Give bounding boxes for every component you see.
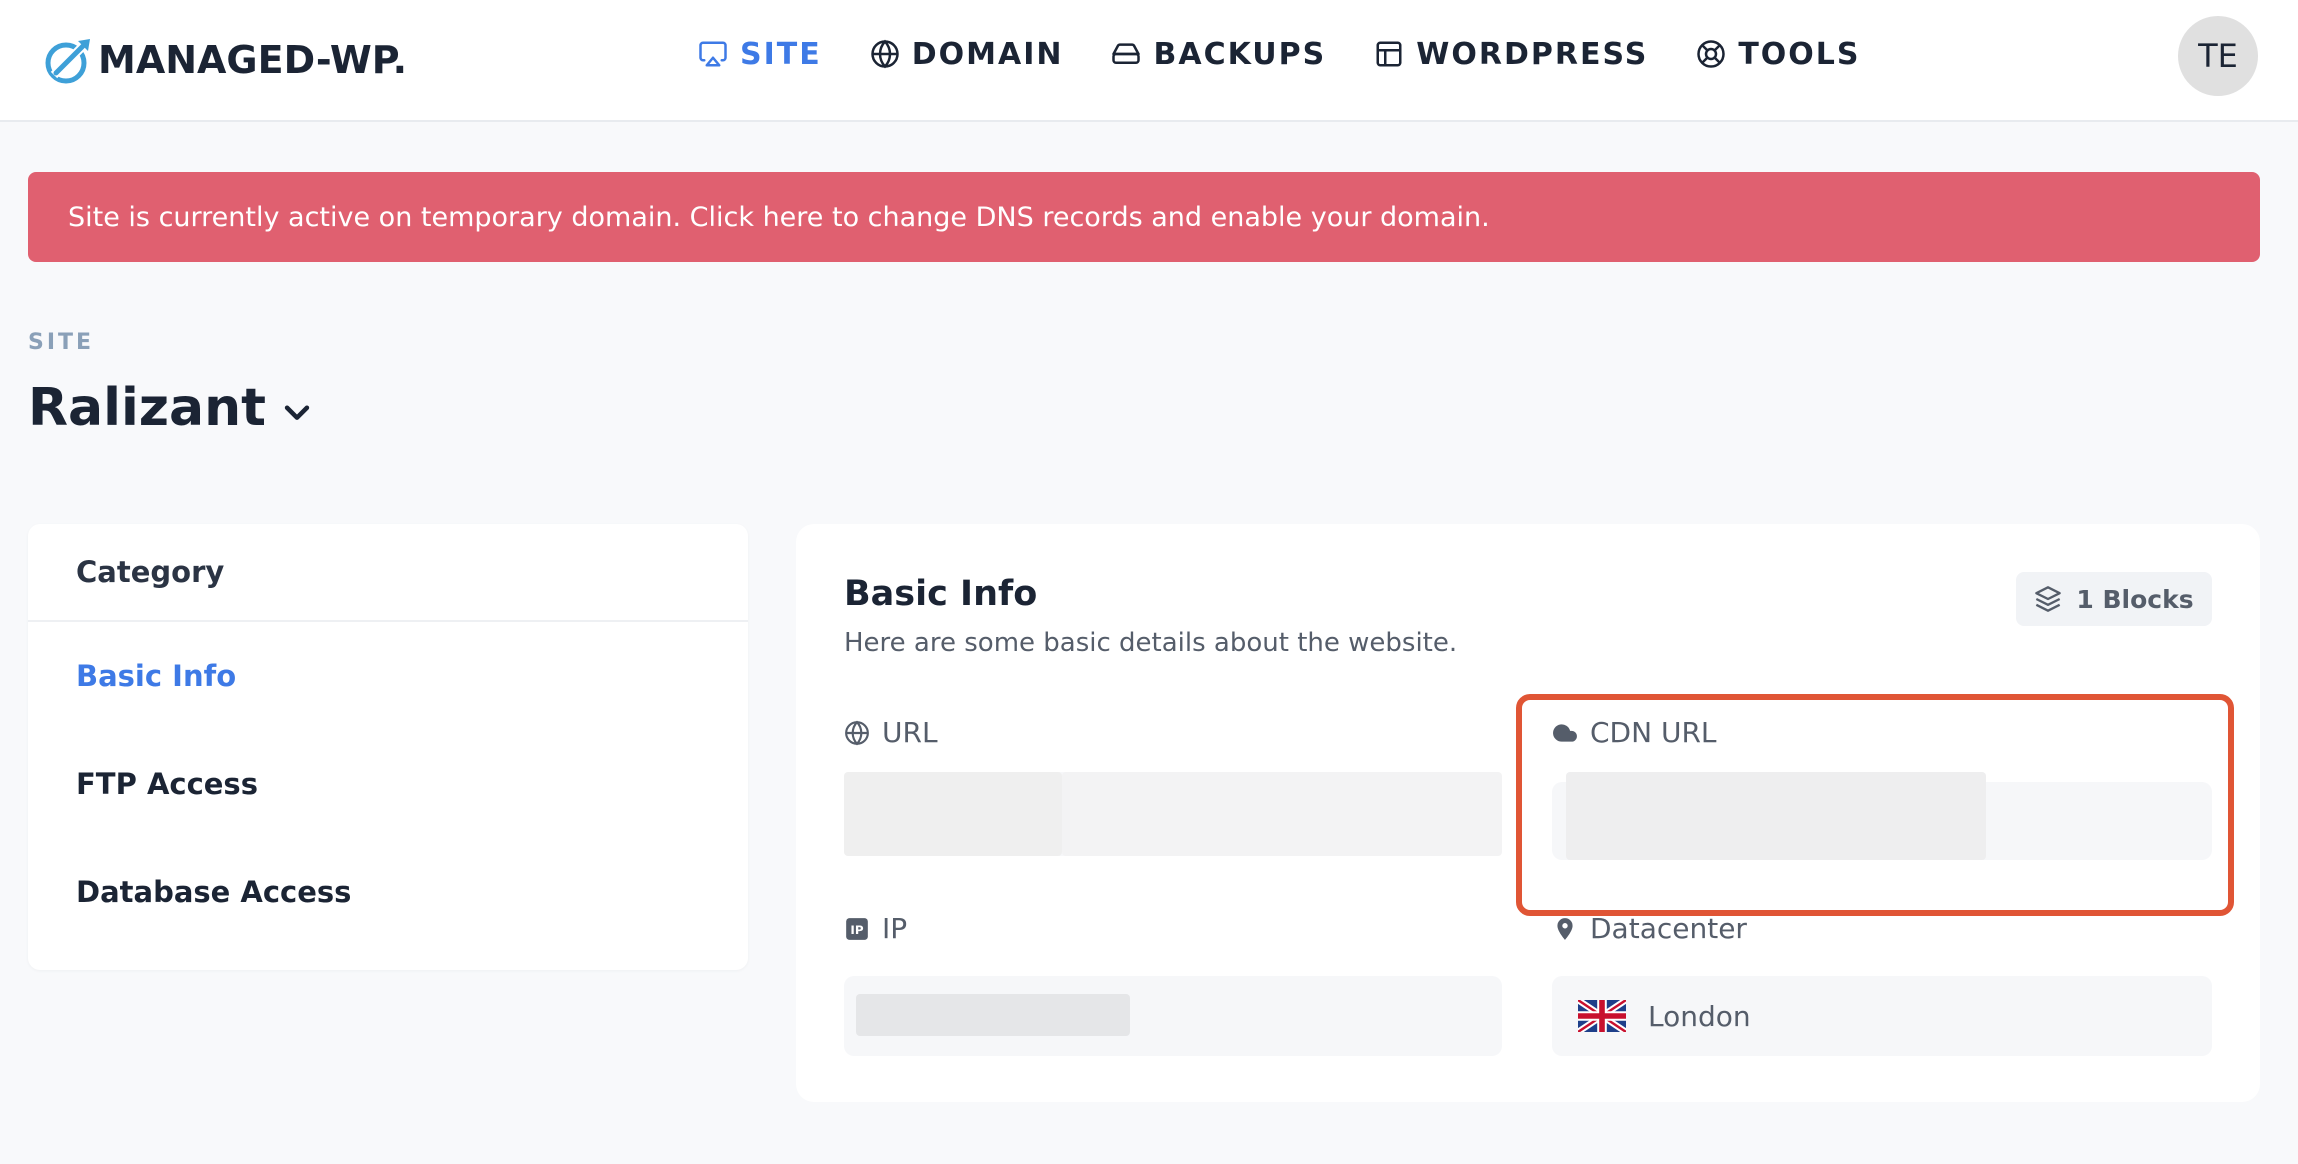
site-eyebrow-label: SITE [28, 330, 95, 355]
layers-icon [2035, 586, 2062, 612]
cdn-url-field[interactable] [1552, 772, 2212, 860]
nav-wordpress-label: WORDPRESS [1416, 36, 1649, 72]
datacenter-field[interactable]: London [1552, 976, 2212, 1056]
ip-redacted-block [856, 994, 1130, 1036]
brand-name: MANAGED-WP. [98, 38, 408, 82]
main-nav: SITE DOMAIN BACKUPS WORDPRESS TOOLS [698, 28, 1909, 80]
user-avatar[interactable]: TE [2178, 16, 2258, 96]
url-redacted-block [844, 772, 1062, 856]
chevron-down-icon [284, 405, 310, 420]
nav-domain-label: DOMAIN [911, 36, 1064, 72]
nav-site[interactable]: SITE [698, 37, 822, 72]
map-pin-icon [1557, 917, 1573, 940]
datacenter-value: London [1648, 999, 1751, 1033]
category-item-database-access[interactable]: Database Access [28, 838, 748, 946]
svg-text:IP: IP [850, 922, 863, 936]
cdn-url-label: CDN URL [1552, 716, 1717, 749]
blocks-count: 1 Blocks [2076, 584, 2194, 614]
brand-logo[interactable]: MANAGED-WP. [44, 30, 407, 90]
temporary-domain-alert[interactable]: Site is currently active on temporary do… [28, 172, 2260, 262]
nav-tools[interactable]: TOOLS [1696, 37, 1860, 72]
globe-icon [870, 39, 899, 69]
layout-icon [1376, 41, 1402, 67]
hard-drive-icon [1112, 43, 1141, 64]
ip-label-text: IP [882, 912, 908, 945]
ip-field[interactable] [844, 976, 1502, 1056]
category-item-basic-info[interactable]: Basic Info [28, 622, 748, 730]
category-header: Category [28, 524, 748, 622]
cdn-url-redacted-block [1566, 772, 1986, 860]
nav-wordpress[interactable]: WORDPRESS [1374, 37, 1648, 72]
uk-flag-icon [1578, 1000, 1626, 1032]
basic-info-subtitle: Here are some basic details about the we… [844, 628, 1458, 658]
basic-info-panel: Basic Info Here are some basic details a… [796, 524, 2260, 1102]
url-label: URL [844, 716, 938, 749]
nav-backups-label: BACKUPS [1153, 36, 1327, 72]
cdn-url-label-text: CDN URL [1590, 716, 1717, 749]
globe-icon [845, 720, 869, 745]
lifebuoy-icon [1697, 40, 1726, 68]
nav-tools-label: TOOLS [1738, 36, 1861, 72]
nav-site-label: SITE [740, 36, 822, 72]
rocket-logo-icon [45, 39, 90, 84]
cloud-icon [1553, 723, 1577, 742]
url-label-text: URL [882, 716, 938, 749]
monitor-icon [699, 41, 727, 67]
category-item-ftp-access[interactable]: FTP Access [28, 730, 748, 838]
top-nav-bar: MANAGED-WP. SITE DOMAIN BACKUPS WORDPRES… [0, 0, 2298, 122]
ip-icon: IP [846, 917, 868, 940]
site-name: Ralizant [28, 378, 267, 438]
category-panel: Category Basic Info FTP Access Database … [28, 524, 748, 970]
site-selector[interactable]: Ralizant [28, 378, 314, 438]
basic-info-title: Basic Info [844, 574, 1038, 614]
nav-backups[interactable]: BACKUPS [1111, 37, 1326, 72]
blocks-badge: 1 Blocks [2016, 572, 2212, 626]
ip-label: IP IP [844, 912, 907, 945]
datacenter-label: Datacenter [1552, 912, 1747, 945]
datacenter-label-text: Datacenter [1590, 912, 1747, 945]
nav-domain[interactable]: DOMAIN [870, 37, 1064, 72]
url-redacted-block [1062, 772, 1502, 856]
url-field[interactable] [844, 772, 1502, 856]
